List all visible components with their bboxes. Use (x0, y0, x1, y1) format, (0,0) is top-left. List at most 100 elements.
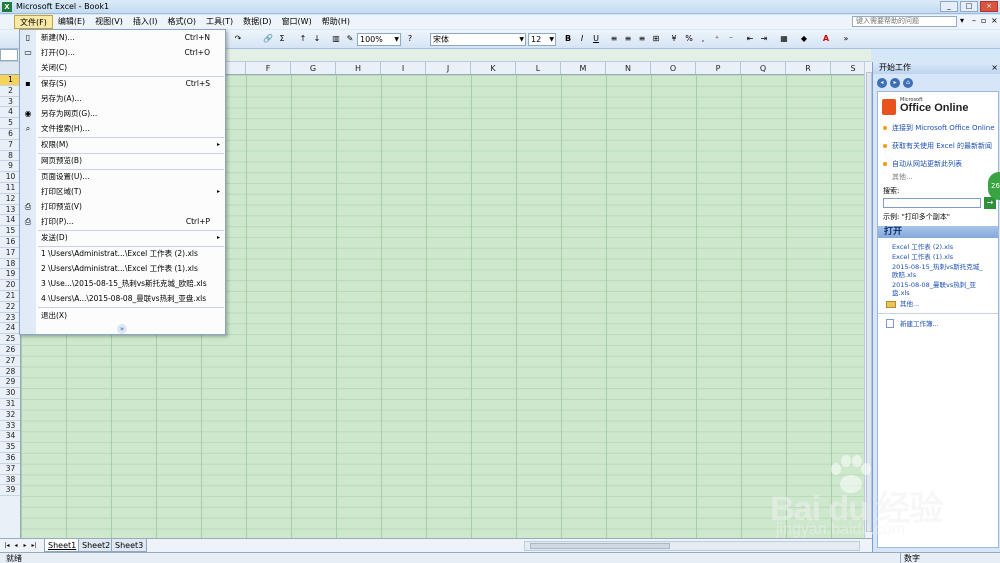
prev-sheet-button[interactable]: ◂ (12, 541, 20, 551)
column-header[interactable]: P (696, 62, 741, 74)
doc-minimize-button[interactable]: – (972, 16, 976, 25)
zoom-select[interactable]: 100% ▼ (357, 33, 401, 46)
file-menu-item[interactable]: 2 \Users\Administrat...\Excel 工作表 (1).xl… (20, 262, 225, 276)
row-header[interactable]: 15 (0, 226, 20, 237)
merge-center-icon[interactable]: ⊞ (650, 33, 662, 45)
chart-wizard-icon[interactable]: ▥ (330, 33, 342, 45)
italic-button[interactable]: I (576, 33, 588, 45)
row-header[interactable]: 35 (0, 442, 20, 453)
first-sheet-button[interactable]: |◂ (3, 541, 11, 551)
font-size-select[interactable]: 12 ▼ (528, 33, 556, 46)
sort-asc-icon[interactable]: ↑ (297, 33, 309, 45)
row-header[interactable]: 14 (0, 215, 20, 227)
recent-file-2[interactable]: Excel 工作表 (1).xls (892, 253, 988, 261)
file-menu-item[interactable]: ▪ 保存(S) Ctrl+S (20, 77, 225, 91)
file-menu-item[interactable]: 4 \Users\A...\2015-08-08_曼联vs热刺_亚盘.xls (20, 292, 225, 306)
row-header[interactable]: 1 (0, 75, 20, 86)
row-header[interactable]: 25 (0, 334, 20, 345)
row-header[interactable]: 17 (0, 248, 20, 259)
column-header[interactable]: G (291, 62, 336, 74)
font-color-button[interactable]: A (820, 33, 832, 45)
menu-edit[interactable]: 编辑(E) (53, 15, 90, 29)
row-header[interactable]: 13 (0, 205, 20, 216)
font-select[interactable]: 宋体 ▼ (430, 33, 526, 46)
menu-insert[interactable]: 插入(I) (128, 15, 163, 29)
menu-tools[interactable]: 工具(T) (201, 15, 238, 29)
menu-window[interactable]: 窗口(W) (277, 15, 317, 29)
column-header[interactable]: K (471, 62, 516, 74)
sheet-tab-1[interactable]: Sheet1 (44, 539, 81, 552)
row-header[interactable]: 39 (0, 485, 20, 497)
file-menu-item[interactable]: ⎙ 打印(P)... Ctrl+P (20, 215, 225, 229)
row-header[interactable]: 12 (0, 194, 20, 205)
task-pane-search-input[interactable] (883, 198, 981, 208)
doc-close-button[interactable]: × (991, 16, 998, 25)
sheet-tab-2[interactable]: Sheet2 (78, 539, 115, 552)
column-header[interactable]: O (651, 62, 696, 74)
row-header[interactable]: 34 (0, 431, 20, 443)
column-header[interactable]: I (381, 62, 426, 74)
increase-indent-icon[interactable]: ⇥ (758, 33, 770, 45)
file-menu-item[interactable]: 页面设置(U)... (20, 170, 225, 184)
name-box[interactable] (0, 49, 18, 61)
recent-file-3[interactable]: 2015-08-15_热刺vs斯托克城_欧赔.xls (892, 263, 988, 279)
row-header[interactable]: 24 (0, 323, 20, 335)
row-header[interactable]: 16 (0, 237, 20, 248)
home-icon[interactable]: ⌂ (903, 78, 913, 88)
redo-icon[interactable]: ↷ (232, 33, 244, 45)
expand-menu-icon[interactable]: » (117, 324, 127, 334)
row-header[interactable]: 37 (0, 464, 20, 475)
file-menu-item[interactable]: 关闭(C) (20, 61, 225, 75)
increase-decimal-icon[interactable]: ⁺ (711, 33, 723, 45)
link-auto-update[interactable]: 自动从网站更新此列表 (892, 160, 996, 168)
row-header[interactable]: 21 (0, 291, 20, 302)
row-header[interactable]: 2 (0, 86, 20, 97)
borders-icon[interactable]: ▦ (778, 33, 790, 45)
drawing-icon[interactable]: ✎ (344, 33, 356, 45)
bold-button[interactable]: B (562, 33, 574, 45)
row-header[interactable]: 18 (0, 259, 20, 270)
recent-file-4[interactable]: 2015-08-08_曼联vs热刺_亚盘.xls (892, 281, 988, 297)
row-header[interactable]: 27 (0, 356, 20, 367)
comma-style-icon[interactable]: , (697, 33, 709, 45)
column-header[interactable]: S (831, 62, 864, 74)
column-header[interactable]: M (561, 62, 606, 74)
row-header[interactable]: 23 (0, 313, 20, 324)
more-link[interactable]: 其他... (892, 172, 913, 182)
autosum-button[interactable]: Σ (276, 33, 288, 45)
file-menu-item[interactable]: ⎙ 打印预览(V) (20, 200, 225, 214)
percent-button[interactable]: % (683, 33, 695, 45)
file-menu-item[interactable]: ▯ 新建(N)... Ctrl+N (20, 31, 225, 45)
column-header[interactable]: J (426, 62, 471, 74)
minimize-button[interactable]: _ (940, 1, 958, 12)
file-menu-item[interactable]: 3 \Use...\2015-08-15_热刺vs斯托克城_欧赔.xls (20, 277, 225, 291)
column-header[interactable]: H (336, 62, 381, 74)
menu-help[interactable]: 帮助(H) (317, 15, 355, 29)
help-search-input[interactable] (852, 16, 957, 27)
row-header[interactable]: 26 (0, 345, 20, 356)
file-menu-item[interactable]: ◉ 另存为网页(G)... (20, 107, 225, 121)
close-button[interactable]: × (980, 1, 998, 12)
open-more-link[interactable]: 其他... (900, 300, 996, 308)
new-workbook-link[interactable]: 新建工作簿... (900, 320, 996, 328)
row-header[interactable]: 33 (0, 421, 20, 432)
row-header[interactable]: 31 (0, 399, 20, 410)
row-header[interactable]: 38 (0, 475, 20, 486)
row-header[interactable]: 8 (0, 151, 20, 162)
doc-restore-button[interactable]: ▫ (981, 16, 986, 25)
row-header[interactable]: 3 (0, 97, 20, 108)
link-connect-office-online[interactable]: 连接到 Microsoft Office Online (892, 124, 996, 132)
help-icon[interactable]: ? (404, 33, 416, 45)
menu-data[interactable]: 数据(D) (238, 15, 276, 29)
column-header[interactable]: F (246, 62, 291, 74)
row-header[interactable]: 10 (0, 172, 20, 183)
file-menu-item[interactable]: ⌕ 文件搜索(H)... (20, 122, 225, 136)
decrease-indent-icon[interactable]: ⇤ (744, 33, 756, 45)
row-header[interactable]: 11 (0, 183, 20, 194)
row-header[interactable]: 5 (0, 118, 20, 129)
recent-file-1[interactable]: Excel 工作表 (2).xls (892, 243, 988, 251)
row-header[interactable]: 6 (0, 129, 20, 140)
row-header[interactable]: 29 (0, 377, 20, 389)
file-menu-item[interactable]: 另存为(A)... (20, 92, 225, 106)
file-menu-item[interactable]: 打印区域(T) ▸ (20, 185, 225, 199)
